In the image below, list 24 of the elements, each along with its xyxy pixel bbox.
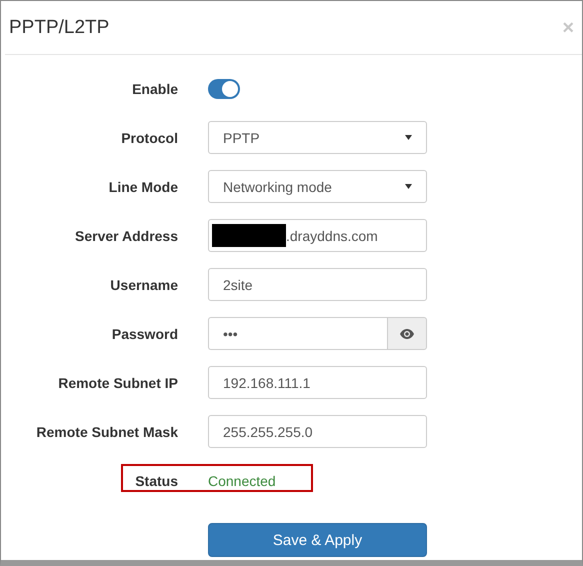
- select-field[interactable]: Networking mode: [208, 170, 427, 203]
- select-field[interactable]: PPTP: [208, 121, 427, 154]
- caret-icon: [405, 184, 412, 189]
- enable-toggle[interactable]: [208, 78, 240, 98]
- field-label: Line Mode: [108, 178, 178, 194]
- field-label: Status: [135, 472, 178, 488]
- window-title: PPTP/L2TP: [9, 16, 110, 38]
- field-label: Remote Subnet Mask: [36, 424, 178, 440]
- field-label: Server Address: [75, 228, 178, 244]
- field-label: Username: [110, 276, 178, 292]
- eye-icon: [400, 328, 414, 338]
- field-label: Enable: [132, 80, 178, 96]
- caret-icon: [405, 135, 412, 140]
- input-field[interactable]: 192.168.111.1: [208, 366, 427, 399]
- save-apply-button[interactable]: Save & Apply: [208, 523, 427, 557]
- show-password-button[interactable]: [387, 317, 427, 350]
- status-value: Connected: [208, 472, 276, 488]
- field-label: Remote Subnet IP: [58, 374, 178, 390]
- password-field[interactable]: •••: [208, 317, 387, 350]
- input-field[interactable]: .drayddns.com: [208, 219, 427, 252]
- field-label: Password: [112, 326, 178, 342]
- field-label: Protocol: [121, 130, 178, 146]
- input-field[interactable]: 2site: [208, 268, 427, 301]
- input-field[interactable]: 255.255.255.0: [208, 415, 427, 448]
